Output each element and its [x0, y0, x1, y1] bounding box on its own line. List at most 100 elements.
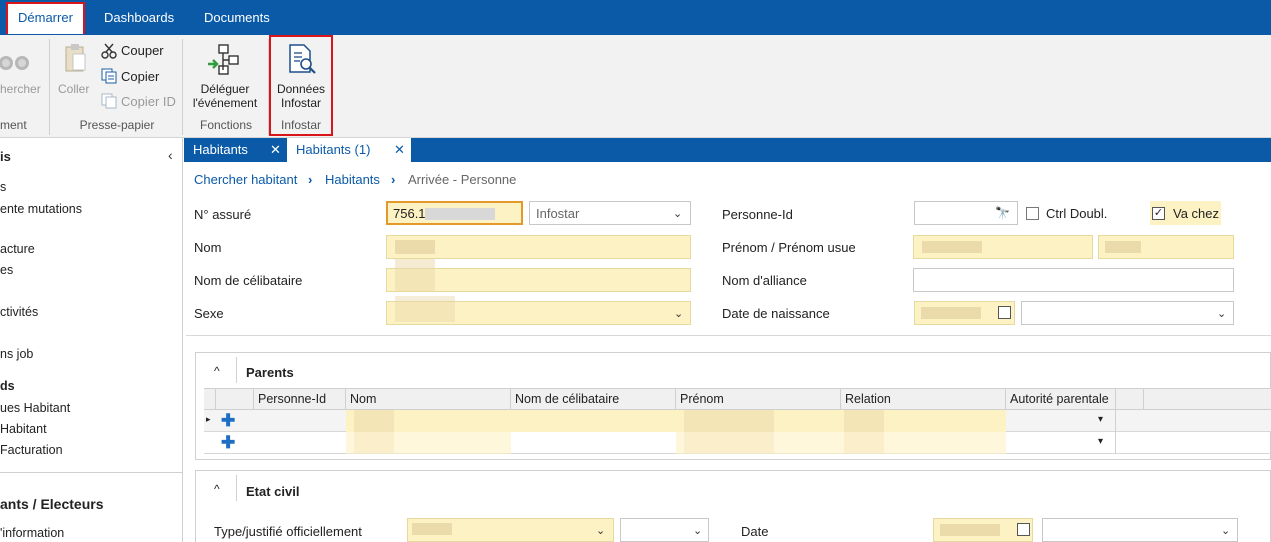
ribbon: hercher ment Coller Couper Copier Copier… — [0, 35, 1271, 138]
infostar-data-icon[interactable] — [287, 43, 317, 75]
paste-icon[interactable] — [63, 42, 87, 74]
row-cells[interactable] — [346, 432, 511, 454]
doc-tab-habitants-1[interactable]: Habitants (1) — [287, 138, 411, 162]
parents-grid: Personne-Id Nom Nom de célibataire Préno… — [204, 388, 1271, 459]
sidebar-section: ants / Electeurs — [0, 496, 104, 512]
source-select[interactable]: Infostar ⌄ — [529, 201, 691, 225]
sidebar-item[interactable]: Facturation — [0, 443, 63, 457]
add-parent-icon[interactable]: ✚ — [221, 412, 235, 429]
sidebar-item[interactable]: ns job — [0, 347, 33, 361]
nom-input[interactable] — [386, 235, 691, 259]
sidebar-item[interactable]: ctivités — [0, 305, 38, 319]
breadcrumb-link[interactable]: Habitants — [325, 172, 380, 187]
naissance-date-input[interactable] — [914, 301, 1015, 325]
prenom-usuel-input[interactable] — [1098, 235, 1234, 259]
caret-down-icon: ▾ — [1098, 436, 1104, 447]
chevron-right-icon: › — [308, 172, 313, 187]
parents-section: ^ Parents Personne-Id Nom Nom de célibat… — [195, 352, 1271, 460]
celibataire-input[interactable] — [386, 259, 691, 292]
sidebar-item[interactable]: acture — [0, 242, 35, 256]
autorite-select[interactable]: ▾ — [1006, 432, 1116, 454]
col-personne-id[interactable]: Personne-Id — [254, 388, 346, 410]
ctrl-doubl-checkbox[interactable] — [1026, 207, 1039, 220]
breadcrumb-current: Arrivée - Personne — [408, 172, 517, 187]
ctrl-doubl-label: Ctrl Doubl. — [1046, 206, 1108, 221]
tab-demarrer[interactable]: Démarrer — [6, 2, 85, 34]
prenom-input[interactable] — [913, 235, 1093, 259]
personne-id-input[interactable]: 🔭 — [914, 201, 1018, 225]
sidebar-item[interactable]: ues Habitant — [0, 401, 70, 415]
close-icon[interactable]: ✕ — [270, 138, 281, 162]
col-prenom[interactable]: Prénom — [676, 388, 841, 410]
redacted-value — [395, 259, 435, 291]
tab-documents[interactable]: Documents — [198, 3, 276, 35]
va-chez-checkbox[interactable]: ✓ — [1152, 207, 1165, 220]
date-select[interactable]: ⌄ — [1042, 518, 1238, 542]
col-relation[interactable]: Relation — [841, 388, 1006, 410]
group-label-clipboard: Presse-papier — [79, 118, 155, 132]
assure-input[interactable]: 756.1 — [386, 201, 523, 225]
search-button-label[interactable]: hercher — [0, 82, 41, 96]
sexe-select[interactable]: ⌄ — [386, 296, 691, 325]
calendar-icon[interactable] — [1017, 523, 1030, 536]
row-pointer-icon: ▸ — [206, 414, 211, 424]
date-label: Date — [741, 524, 769, 539]
row-cells[interactable] — [346, 410, 1006, 432]
add-col — [216, 388, 254, 410]
breadcrumb-link[interactable]: Chercher habitant — [194, 172, 297, 187]
autorite-select[interactable]: ▾ — [1006, 410, 1116, 432]
divider — [186, 335, 1271, 336]
binoculars-icon[interactable] — [0, 49, 34, 73]
add-parent-icon[interactable]: ✚ — [221, 434, 235, 451]
close-icon[interactable]: ✕ — [394, 138, 405, 162]
cut-button[interactable]: Couper — [121, 43, 164, 58]
prenom-label: Prénom / Prénom usu⁠el — [722, 240, 855, 255]
col-nom-celibataire[interactable]: Nom de célibataire — [511, 388, 676, 410]
type-select[interactable]: ⌄ — [407, 518, 614, 542]
collapse-icon[interactable]: ^ — [214, 364, 220, 378]
justifie-select[interactable]: ⌄ — [620, 518, 709, 542]
col-autorite[interactable]: Autorité parentale — [1006, 388, 1116, 410]
redacted-value — [412, 523, 452, 535]
paste-button[interactable]: Coller — [58, 82, 89, 96]
document-tab-bar: Habitants ✕ Habitants (1) ✕ — [184, 138, 1271, 162]
sidebar-item[interactable]: 'information — [0, 526, 64, 540]
col-nom[interactable]: Nom — [346, 388, 511, 410]
tab-dashboards[interactable]: Dashboards — [98, 3, 180, 35]
alliance-label: Nom d'alliance — [722, 273, 807, 288]
row-cells[interactable] — [676, 432, 1006, 454]
redacted-value — [921, 307, 981, 319]
naissance-label: Date de naissance — [722, 306, 830, 321]
collapse-icon[interactable]: ^ — [214, 482, 220, 496]
divider — [236, 357, 237, 383]
chevron-down-icon: ⌄ — [693, 525, 703, 537]
calendar-icon[interactable] — [998, 306, 1011, 319]
sidebar-item[interactable]: es — [0, 263, 13, 277]
infostar-data-button[interactable]: Données Infostar — [271, 82, 331, 110]
etat-civil-section: ^ Etat civil Type/justifié officiellemen… — [195, 470, 1271, 542]
copy-button[interactable]: Copier — [121, 69, 159, 84]
delegate-event-icon[interactable] — [207, 43, 241, 75]
scissors-icon — [101, 43, 117, 59]
divider — [236, 475, 237, 501]
naissance-select[interactable]: ⌄ — [1021, 301, 1234, 325]
date-input[interactable] — [933, 518, 1033, 542]
va-chez-label: Va chez — [1173, 206, 1220, 221]
type-label: Type/justifié officiellement — [214, 524, 362, 539]
sidebar-heading: is — [0, 149, 11, 164]
parents-title: Parents — [246, 365, 294, 380]
menu-bar: Démarrer Dashboards Documents — [0, 0, 1271, 35]
alliance-input[interactable] — [913, 268, 1234, 292]
redacted-value — [395, 240, 435, 254]
collapse-sidebar-icon[interactable]: ‹ — [168, 147, 173, 163]
sidebar-section: ds — [0, 379, 15, 393]
chevron-right-icon: › — [391, 172, 396, 187]
copy-id-button[interactable]: Copier ID — [121, 94, 176, 109]
binoculars-icon[interactable]: 🔭 — [995, 206, 1010, 220]
delegate-event-button[interactable]: Déléguer l'événement — [189, 82, 261, 110]
sidebar-item[interactable]: s — [0, 180, 6, 194]
sexe-label: Sexe — [194, 306, 224, 321]
sidebar: is ‹ s ente mutations acture es ctivités… — [0, 138, 183, 542]
sidebar-item[interactable]: Habitant — [0, 422, 47, 436]
sidebar-item[interactable]: ente mutations — [0, 202, 82, 216]
